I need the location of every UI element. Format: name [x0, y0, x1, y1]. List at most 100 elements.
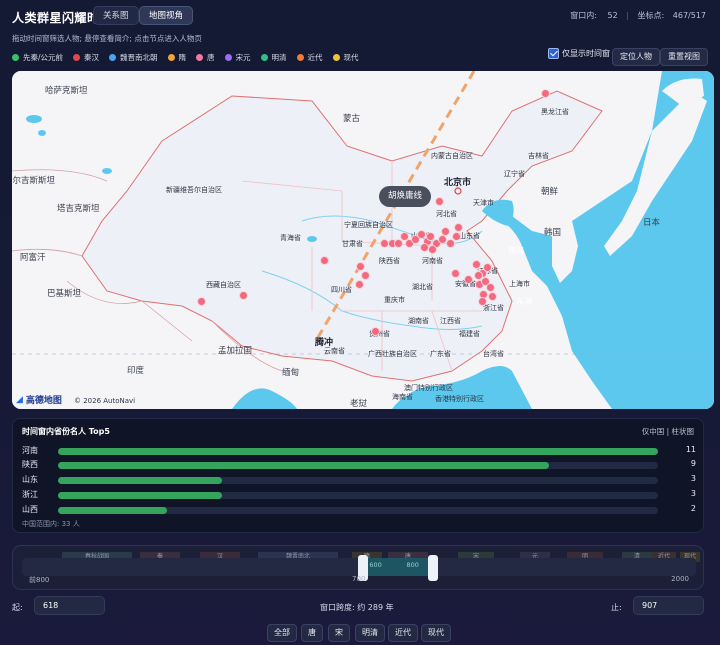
top5-bar: [58, 492, 222, 499]
person-marker[interactable]: [239, 291, 248, 300]
person-marker[interactable]: [361, 271, 370, 280]
person-marker[interactable]: [472, 260, 481, 269]
top5-row[interactable]: 陕西 9: [22, 459, 696, 470]
preset-button[interactable]: 近代: [388, 624, 418, 642]
map-label-east-sea: 东海: [516, 297, 532, 306]
top5-province: 陕西: [22, 460, 38, 469]
top5-row[interactable]: 山东 3: [22, 474, 696, 485]
map-canvas[interactable]: 哈萨克斯坦 蒙古 吉尔吉斯斯坦 塔吉克斯坦 阿富汗 巴基斯坦 印度 孟加拉国 缅…: [12, 71, 714, 409]
top5-bar-track: [58, 477, 658, 484]
person-marker[interactable]: [428, 245, 437, 254]
map-label-liaoning: 辽宁省: [504, 170, 525, 178]
top5-row[interactable]: 河南 11: [22, 445, 696, 456]
legend-label: 先秦/公元前: [23, 53, 64, 62]
top5-mode-toggle[interactable]: 仅中国 | 柱状图: [642, 426, 694, 437]
preset-button[interactable]: 唐: [301, 624, 323, 642]
map-label-guangxi: 广西壮族自治区: [368, 350, 417, 358]
legend-item[interactable]: 先秦/公元前: [12, 52, 63, 63]
legend-item[interactable]: 现代: [332, 52, 359, 63]
slider-handle-end[interactable]: [427, 555, 438, 581]
top5-bar-track: [58, 462, 658, 469]
start-year-input[interactable]: 618: [34, 596, 105, 615]
tab-map-view[interactable]: 地图视角: [139, 6, 194, 25]
legend-item[interactable]: 秦汉: [73, 52, 99, 63]
person-marker[interactable]: [441, 227, 450, 236]
legend-item[interactable]: 明清: [260, 52, 287, 63]
map-label-guangdong: 广东省: [430, 350, 451, 358]
window-count-label: 窗口内:: [570, 11, 597, 20]
map-label-bangladesh: 孟加拉国: [218, 346, 253, 356]
legend-dot-icon: [167, 54, 175, 61]
person-marker[interactable]: [474, 271, 483, 280]
legend-item[interactable]: 魏晋南北朝: [109, 52, 158, 63]
legend-dot-icon: [224, 54, 232, 61]
coords-value: 467/517: [672, 11, 706, 20]
legend-item[interactable]: 近代: [296, 52, 323, 63]
person-marker[interactable]: [197, 297, 206, 306]
person-marker[interactable]: [371, 327, 380, 336]
person-marker[interactable]: [478, 297, 487, 306]
reset-view-button[interactable]: 重置视图: [660, 48, 708, 66]
map-label-mongolia: 蒙古: [343, 114, 361, 124]
preset-button[interactable]: 全部: [267, 624, 297, 642]
slider-inner-right: 800: [406, 561, 419, 569]
top5-province: 浙江: [22, 490, 38, 499]
person-marker[interactable]: [435, 197, 444, 206]
window-span-text: 窗口跨度: 约 289 年: [320, 603, 394, 612]
map-label-kyrgyzstan: 吉尔吉斯斯坦: [12, 176, 56, 186]
person-marker[interactable]: [483, 263, 492, 272]
map-label-kazakhstan: 哈萨克斯坦: [45, 86, 88, 96]
timeline-max-label: 2000: [671, 575, 689, 583]
person-marker[interactable]: [454, 223, 463, 232]
only-window-checkbox[interactable]: [548, 48, 559, 59]
legend-item[interactable]: 隋: [167, 52, 186, 63]
era-legend: 先秦/公元前 秦汉 魏晋南北朝 隋 唐 宋元 明清 近代 现代: [12, 52, 369, 63]
locate-person-button[interactable]: 定位人物: [612, 48, 660, 66]
slider-inner-left: 600: [369, 561, 382, 569]
preset-button[interactable]: 宋: [328, 624, 350, 642]
slider-selected-range[interactable]: 600 800: [363, 558, 433, 576]
top5-bar: [58, 462, 549, 469]
map-label-hongkong: 香港特别行政区: [435, 395, 484, 403]
start-year-label: 起:: [12, 603, 23, 612]
legend-item[interactable]: 唐: [196, 52, 215, 63]
person-marker[interactable]: [320, 256, 329, 265]
end-year-label: 止:: [611, 603, 622, 612]
legend-label: 近代: [307, 53, 323, 62]
map-label-laos: 老挝: [350, 399, 368, 409]
top5-count: 9: [690, 459, 696, 468]
person-marker[interactable]: [486, 283, 495, 292]
legend-dot-icon: [12, 54, 19, 61]
map-label-chongqing: 重庆市: [384, 296, 405, 304]
person-marker[interactable]: [355, 280, 364, 289]
only-window-label: 仅显示时间窗: [562, 49, 610, 58]
map-label-fujian: 福建省: [459, 330, 480, 338]
top5-count: 3: [690, 474, 696, 483]
top5-row[interactable]: 浙江 3: [22, 489, 696, 500]
only-window-toggle[interactable]: 仅显示时间窗: [548, 48, 610, 59]
map-label-qinghai: 青海省: [280, 234, 301, 242]
end-year-input[interactable]: 907: [633, 596, 704, 615]
person-marker[interactable]: [488, 292, 497, 301]
map-label-jiangxi: 江西省: [440, 317, 461, 325]
preset-button[interactable]: 现代: [421, 624, 451, 642]
map-label-shanghai: 上海市: [509, 280, 530, 288]
legend-item[interactable]: 宋元: [224, 52, 251, 63]
amap-logo: ◢ 高德地图: [16, 393, 62, 407]
timeline-min-label: 前800: [29, 576, 50, 584]
tab-relation-graph[interactable]: 关系图: [93, 6, 139, 25]
slider-track[interactable]: 600 800: [22, 555, 696, 581]
preset-button[interactable]: 明清: [355, 624, 385, 642]
top5-panel: 时间窗内省份名人 Top5 仅中国 | 柱状图 河南 11 陕西 9 山东 3 浙江 3 山西 2…: [12, 418, 704, 533]
timeline-slider[interactable]: 春秋战国秦汉魏晋南北隋唐宋元明清近代现代 600 800 前800 700 20…: [12, 545, 704, 590]
person-marker[interactable]: [356, 262, 365, 271]
person-marker[interactable]: [464, 275, 473, 284]
person-marker[interactable]: [451, 269, 460, 278]
top5-bar: [58, 448, 658, 455]
top5-row[interactable]: 山西 2: [22, 504, 696, 515]
person-marker[interactable]: [452, 232, 461, 241]
map-label-myanmar: 缅甸: [282, 368, 300, 378]
window-count: 52: [607, 11, 618, 20]
person-marker[interactable]: [541, 89, 550, 98]
map-basemap: [12, 71, 714, 409]
